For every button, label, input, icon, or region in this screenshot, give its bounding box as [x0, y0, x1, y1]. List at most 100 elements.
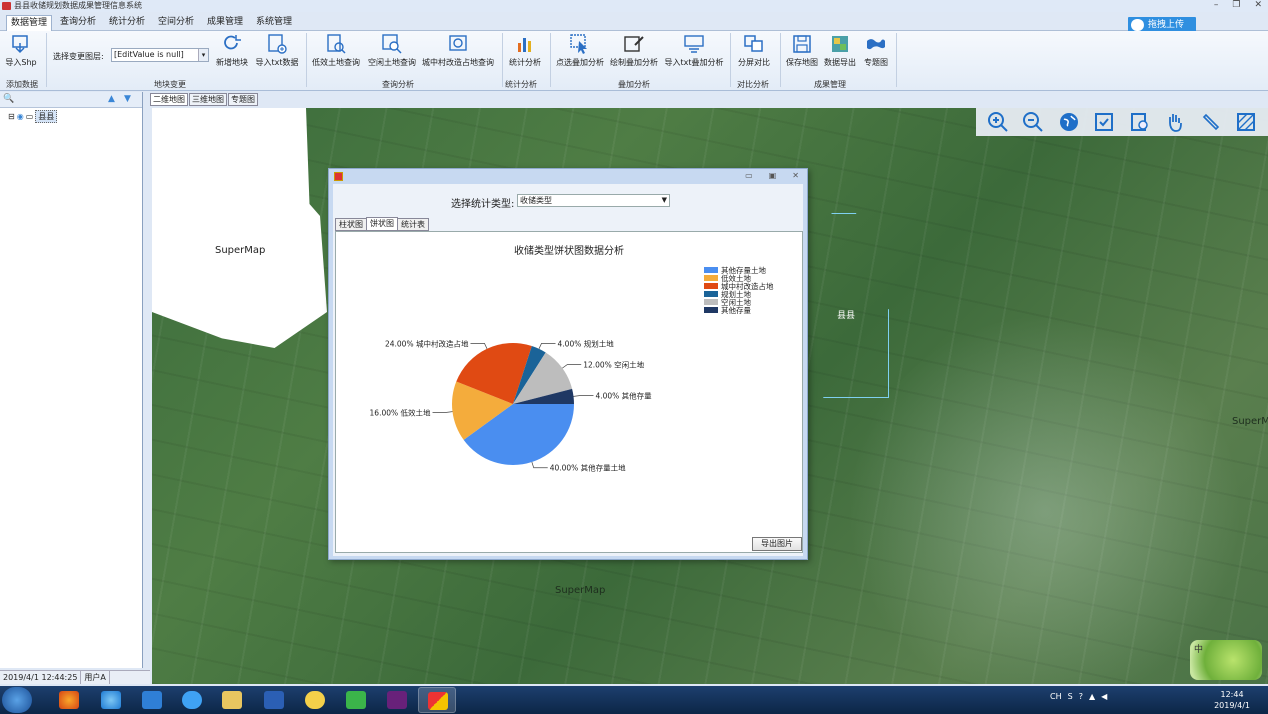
import-shp-button[interactable]: 导入Shp: [4, 33, 38, 68]
pie-data-label: 40.00% 其他存量土地: [550, 463, 626, 473]
ribbon-separator: [550, 33, 551, 87]
layer-tree-panel: 🔍 ▲ ▼ ⊟ ◉ ▭ 县县: [0, 92, 143, 668]
tab-spatial-analysis[interactable]: 空间分析: [154, 15, 198, 31]
tab-system[interactable]: 系统管理: [252, 15, 296, 31]
explorer-taskbar-icon[interactable]: [213, 687, 251, 713]
export-image-button[interactable]: 导出图片: [752, 537, 802, 551]
layer-select[interactable]: [EditValue is null] ▾: [111, 48, 209, 62]
status-user: 用户A: [81, 671, 110, 684]
minimize-icon[interactable]: –: [1214, 0, 1219, 10]
ie-taskbar-icon[interactable]: [92, 687, 130, 713]
firefox-taskbar-icon[interactable]: [50, 687, 88, 713]
tab-stat-table[interactable]: 统计表: [397, 218, 429, 231]
tab-2d-map[interactable]: 二维地图: [150, 93, 188, 106]
chart-title: 收储类型饼状图数据分析: [514, 244, 624, 257]
zoom-out-icon[interactable]: [1022, 111, 1044, 133]
legend-swatch: [704, 291, 718, 297]
maximize-icon[interactable]: ▣: [769, 171, 777, 180]
select-checkbox-icon[interactable]: [1093, 111, 1115, 133]
tab-bar-chart[interactable]: 柱状图: [335, 218, 367, 231]
ruler-icon[interactable]: [1200, 111, 1222, 133]
ime-label[interactable]: CH: [1050, 692, 1062, 701]
pie-data-label: 4.00% 其他存量: [595, 391, 652, 401]
pie-leader-line: [531, 461, 548, 469]
ribbon: 导入Shp 选择变更图层: [EditValue is null] ▾ 新增地块 …: [0, 31, 1268, 91]
volume-icon[interactable]: ◀: [1101, 692, 1107, 701]
app-d-taskbar-icon[interactable]: [133, 687, 171, 713]
gis-app-taskbar-icon[interactable]: [418, 687, 456, 713]
app-icon: [2, 2, 11, 10]
restore-icon[interactable]: ❐: [1232, 0, 1240, 10]
chevron-down-icon[interactable]: ▾: [198, 49, 208, 61]
visual-studio-taskbar-icon[interactable]: [378, 687, 416, 713]
tree-item-label: 县县: [35, 110, 58, 123]
txt-overlay-button[interactable]: 导入txt叠加分析: [663, 33, 725, 68]
dialog-app-icon: [334, 172, 343, 181]
tree-item-root[interactable]: ⊟ ◉ ▭ 县县: [8, 110, 58, 123]
tab-results[interactable]: 成果管理: [203, 15, 247, 31]
measure-area-icon[interactable]: [1235, 111, 1257, 133]
tab-pie-chart[interactable]: 饼状图: [366, 217, 398, 231]
point-overlay-button[interactable]: 点选叠加分析: [554, 33, 606, 68]
bar-chart-icon: [518, 38, 531, 52]
save-map-button[interactable]: 保存地图: [784, 33, 820, 68]
add-parcel-button[interactable]: 新增地块: [214, 33, 250, 68]
weather-widget[interactable]: 中: [1190, 640, 1262, 680]
pie-data-label: 16.00% 低效土地: [370, 407, 431, 417]
draw-overlay-button[interactable]: 绘制叠加分析: [608, 33, 660, 68]
help-icon[interactable]: ?: [1079, 692, 1083, 701]
stat-type-select[interactable]: 收储类型 ▼: [517, 194, 670, 207]
vacant-land-query-button[interactable]: 空闲土地查询: [366, 33, 418, 68]
statistics-dialog: ▭ ▣ ✕ 选择统计类型: 收储类型 ▼ 柱状图 饼状图 统计表 收储类型饼状图数…: [328, 168, 808, 560]
close-icon[interactable]: ✕: [792, 171, 799, 180]
group-results: 成果管理: [814, 80, 846, 89]
collapse-icon[interactable]: ⊟: [8, 112, 15, 121]
taskbar-clock[interactable]: 12:44 2019/4/1: [1214, 689, 1250, 711]
pan-hand-icon[interactable]: [1164, 111, 1186, 133]
search-icon[interactable]: 🔍: [3, 94, 14, 104]
network-icon[interactable]: ▲: [1089, 692, 1095, 701]
close-icon[interactable]: ✕: [1254, 0, 1262, 10]
map-tabs: 二维地图 三维地图 专题图: [150, 92, 1268, 106]
ribbon-separator: [46, 33, 47, 87]
import-txt-button[interactable]: 导入txt数据: [254, 33, 300, 68]
no-data-area: [152, 108, 327, 348]
arrow-down-icon[interactable]: ▼: [124, 94, 131, 104]
status-datetime: 2019/4/1 12:44:25: [0, 671, 82, 684]
tab-3d-map[interactable]: 三维地图: [189, 93, 227, 106]
folder-icon: ▭: [25, 112, 34, 121]
arrow-up-icon[interactable]: ▲: [108, 94, 115, 104]
start-button[interactable]: [2, 687, 32, 713]
thematic-map-button[interactable]: 专题图: [860, 33, 892, 68]
chat-taskbar-icon[interactable]: [173, 687, 211, 713]
pie-data-label: 12.00% 空闲土地: [583, 360, 644, 370]
dialog-titlebar: ▭ ▣ ✕: [329, 169, 807, 184]
pie-leader-line: [562, 364, 582, 369]
eye-icon[interactable]: ◉: [17, 112, 24, 121]
tips-taskbar-icon[interactable]: [296, 687, 334, 713]
split-screen-icon: [744, 35, 763, 52]
cursor-select-icon: [570, 34, 587, 54]
village-boundary[interactable]: [807, 213, 889, 398]
stat-analysis-button[interactable]: 统计分析: [506, 33, 544, 68]
globe-icon[interactable]: [1058, 111, 1080, 133]
split-compare-button[interactable]: 分屏对比: [734, 33, 774, 68]
zoom-in-icon[interactable]: [987, 111, 1009, 133]
minimize-icon[interactable]: ▭: [745, 171, 753, 180]
chevron-down-icon[interactable]: ▼: [662, 195, 667, 206]
pie-data-label: 4.00% 规划土地: [558, 338, 615, 348]
sogou-icon[interactable]: S: [1068, 692, 1073, 701]
word-taskbar-icon[interactable]: [255, 687, 293, 713]
tab-thematic[interactable]: 专题图: [228, 93, 258, 106]
idle-land-query-button[interactable]: 低效土地查询: [310, 33, 362, 68]
wechat-taskbar-icon[interactable]: [337, 687, 375, 713]
pencil-icon: [624, 36, 644, 52]
tab-data-management[interactable]: 数据管理: [6, 15, 53, 31]
tab-statistics[interactable]: 统计分析: [105, 15, 149, 31]
legend-entry: 其他存量: [721, 305, 751, 315]
tab-query-analysis[interactable]: 查询分析: [56, 15, 100, 31]
area-query-icon[interactable]: [1129, 111, 1151, 133]
village-query-button[interactable]: 城中村改造占地查询: [420, 33, 496, 68]
data-export-button[interactable]: 数据导出: [822, 33, 858, 68]
window-controls: – ❐ ✕: [1214, 0, 1262, 10]
